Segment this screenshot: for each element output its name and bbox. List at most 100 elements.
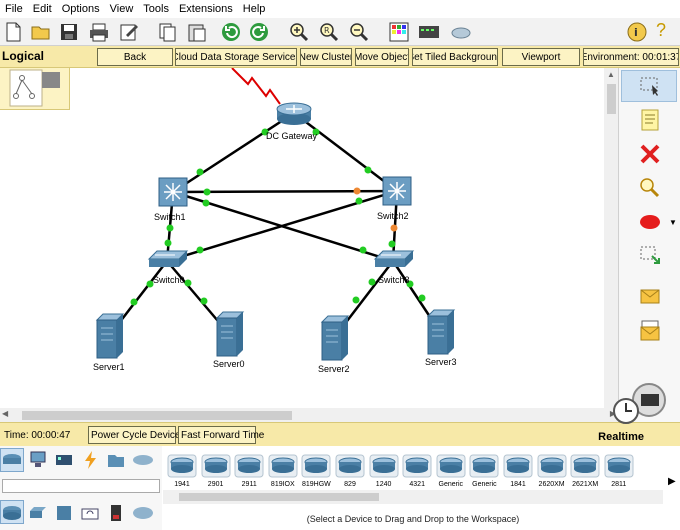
device-model-13[interactable]: 2811	[604, 454, 634, 488]
scroll-left-icon[interactable]: ◀	[2, 409, 8, 418]
device-model-6[interactable]: 1240	[369, 454, 399, 488]
switch1-label: Switch1	[154, 212, 186, 222]
link-light-switch2	[355, 197, 363, 205]
switch1-icon[interactable]	[158, 177, 188, 207]
dc-gateway-icon[interactable]	[276, 102, 312, 125]
paste-icon[interactable]	[186, 21, 208, 43]
new-cluster-button[interactable]: New Cluster	[300, 48, 352, 66]
back-button[interactable]: Back	[97, 48, 173, 66]
server0-icon[interactable]	[215, 311, 245, 357]
save-icon[interactable]	[58, 21, 80, 43]
activity-wizard-icon[interactable]	[118, 21, 140, 43]
print-icon[interactable]	[88, 21, 110, 43]
set-tiled-background-button[interactable]: Set Tiled Background	[412, 48, 498, 66]
delete-icon[interactable]	[638, 142, 662, 166]
help-icon[interactable]: ?	[656, 20, 666, 41]
server3-icon[interactable]	[426, 309, 456, 355]
zoom-in-icon[interactable]	[288, 21, 310, 43]
power-cycle-devices-button[interactable]: Power Cycle Devices	[88, 426, 185, 444]
main-toolbar: R i ?	[0, 18, 680, 46]
vertical-scroll-thumb[interactable]	[607, 84, 616, 114]
security-icon[interactable]	[106, 503, 126, 523]
horizontal-scrollbar[interactable]: ◀ ▶	[0, 408, 618, 422]
elapsed-time: Time: 00:00:47	[4, 429, 71, 441]
server2-icon[interactable]	[320, 315, 350, 361]
wan-emulation-icon[interactable]	[132, 503, 154, 523]
device-model-8[interactable]: Generic	[436, 454, 466, 488]
end-devices-icon[interactable]	[28, 450, 48, 470]
router-model-icon	[469, 454, 499, 478]
zoom-reset-icon[interactable]: R	[318, 21, 340, 43]
hubs-icon[interactable]	[54, 503, 74, 523]
device-model-label: 2911	[241, 481, 257, 488]
open-folder-icon[interactable]	[30, 21, 52, 43]
connections-icon[interactable]	[80, 450, 100, 470]
device-search-field[interactable]	[2, 479, 160, 493]
palette-icon[interactable]	[388, 21, 410, 43]
device-model-4[interactable]: 819HGW	[301, 454, 331, 488]
multiuser-icon[interactable]	[132, 450, 154, 470]
menu-help[interactable]: Help	[240, 3, 273, 15]
move-object-button[interactable]: Move Object	[355, 48, 409, 66]
menu-view[interactable]: View	[107, 3, 141, 15]
switch0-icon[interactable]	[147, 250, 189, 267]
add-complex-pdu-icon[interactable]	[638, 318, 662, 342]
fast-forward-time-button[interactable]: Fast Forward Time	[178, 426, 264, 444]
scroll-up-icon[interactable]: ▲	[607, 70, 615, 79]
device-model-3[interactable]: 819IOX	[268, 454, 298, 488]
device-list-scroll-icon[interactable]: ▶	[668, 476, 676, 487]
logical-navigator[interactable]	[0, 68, 70, 110]
switches-icon[interactable]	[28, 503, 48, 523]
device-model-5[interactable]: 829	[335, 454, 365, 488]
device-model-9[interactable]: Generic	[469, 454, 499, 488]
redo-icon[interactable]	[248, 21, 270, 43]
vertical-scrollbar[interactable]: ▲	[604, 68, 618, 408]
new-file-icon[interactable]	[2, 21, 24, 43]
menu-extensions[interactable]: Extensions	[176, 3, 240, 15]
copy-icon[interactable]	[156, 21, 178, 43]
wireless-devices-icon[interactable]	[80, 503, 100, 523]
draw-shape-icon[interactable]	[638, 210, 662, 234]
miscellaneous-icon[interactable]	[106, 450, 126, 470]
viewport-button[interactable]: Viewport	[502, 48, 580, 66]
server1-icon[interactable]	[95, 313, 125, 359]
switch3-icon[interactable]	[373, 250, 415, 267]
menu-options[interactable]: Options	[59, 3, 107, 15]
cloud-icon[interactable]	[450, 21, 472, 43]
workspace-canvas[interactable]: DC Gateway Switch1 Switch2 Switch0 Switch3 Se…	[0, 68, 604, 408]
routers-icon[interactable]	[2, 503, 22, 523]
device-model-0[interactable]: 1941	[167, 454, 197, 488]
menu-file[interactable]: File	[2, 3, 30, 15]
link-light-server2	[352, 296, 360, 304]
shape-dropdown-icon[interactable]: ▼	[669, 218, 677, 227]
realtime-mode-label[interactable]: Realtime	[598, 431, 644, 443]
link-light-switch1	[203, 188, 211, 196]
device-list-scrollbar[interactable]	[163, 490, 663, 504]
switch2-icon[interactable]	[382, 176, 412, 206]
environment-button[interactable]: Environment: 00:01:37	[583, 48, 679, 66]
horizontal-scroll-thumb[interactable]	[22, 411, 292, 420]
device-model-10[interactable]: 1841	[503, 454, 533, 488]
resize-icon[interactable]	[638, 244, 662, 268]
network-devices-icon[interactable]	[2, 450, 22, 470]
device-model-2[interactable]: 2911	[234, 454, 264, 488]
device-model-7[interactable]: 4321	[402, 454, 432, 488]
add-simple-pdu-icon[interactable]	[638, 284, 662, 308]
undo-icon[interactable]	[220, 21, 242, 43]
note-icon[interactable]	[638, 108, 662, 132]
components-icon[interactable]	[54, 450, 74, 470]
menu-tools[interactable]: Tools	[140, 3, 176, 15]
menu-edit[interactable]: Edit	[30, 3, 59, 15]
inspect-icon[interactable]	[638, 176, 662, 200]
select-icon[interactable]	[638, 74, 662, 98]
logical-tab[interactable]: Logical	[0, 49, 44, 63]
device-list-scroll-thumb[interactable]	[179, 493, 379, 501]
zoom-out-icon[interactable]	[348, 21, 370, 43]
info-icon[interactable]: i	[626, 21, 648, 43]
switch0-label: Switch0	[153, 275, 185, 285]
device-model-1[interactable]: 2901	[201, 454, 231, 488]
device-model-11[interactable]: 2620XM	[537, 454, 567, 488]
custom-device-icon[interactable]	[418, 21, 440, 43]
device-model-12[interactable]: 2621XM	[570, 454, 600, 488]
link-light-switch3	[388, 240, 396, 248]
